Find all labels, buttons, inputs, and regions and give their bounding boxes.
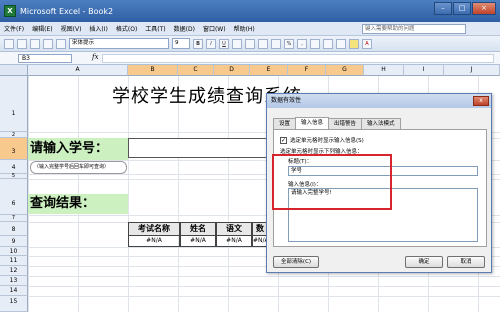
maximize-button[interactable]: □	[453, 2, 471, 15]
value-exam-name: #N/A	[128, 236, 180, 247]
fill-color-icon[interactable]	[349, 38, 359, 49]
result-label: 查询结果：	[28, 194, 128, 214]
title-bar: X Microsoft Excel - Book2 – □ ×	[0, 0, 500, 22]
menu-insert[interactable]: 插入(I)	[89, 24, 107, 33]
column-header-a[interactable]: A	[28, 65, 128, 76]
student-id-label: 请输入学号：	[28, 138, 128, 160]
show-input-message-label: 选定单元格时显示输入信息(S)	[290, 138, 364, 144]
italic-icon[interactable]: I	[206, 38, 216, 49]
column-header-j[interactable]: J	[444, 65, 500, 76]
align-center-icon[interactable]	[245, 38, 255, 49]
input-hint: （输入完整学号后回车即可查询）	[30, 161, 127, 174]
formula-bar: B3 fx	[0, 52, 500, 65]
row-header-3[interactable]: 3	[0, 138, 28, 160]
bold-icon[interactable]: B	[193, 38, 203, 49]
new-icon[interactable]	[4, 38, 14, 49]
fx-icon[interactable]: fx	[92, 53, 99, 61]
column-header-b[interactable]: B	[128, 65, 178, 76]
row-header-6[interactable]: 6	[0, 179, 28, 215]
row-header-11[interactable]: 11	[0, 256, 28, 266]
indent-icon[interactable]	[323, 38, 333, 49]
value-name: #N/A	[180, 236, 216, 247]
value-chinese: #N/A	[216, 236, 252, 247]
row-header-13[interactable]: 13	[0, 276, 28, 286]
column-header-c[interactable]: C	[178, 65, 214, 76]
row-header-4[interactable]: 4	[0, 160, 28, 174]
select-all-corner[interactable]	[0, 65, 28, 76]
dialog-title: 数据有效性	[271, 97, 302, 104]
dialog-close-icon[interactable]: x	[473, 96, 489, 106]
minimize-button[interactable]: –	[434, 2, 452, 15]
show-input-message-option[interactable]: ✓ 选定单元格时显示输入信息(S)	[280, 136, 364, 144]
row-header-7[interactable]: 7	[0, 215, 28, 222]
checkbox-checked-icon[interactable]: ✓	[280, 136, 287, 144]
column-header-e[interactable]: E	[250, 65, 288, 76]
font-color-icon[interactable]: A	[362, 38, 372, 49]
menu-bar: 文件(F) 编辑(E) 视图(V) 插入(I) 格式(O) 工具(T) 数据(D…	[0, 22, 500, 36]
window-title: Microsoft Excel - Book2	[20, 6, 114, 16]
print-icon[interactable]	[43, 38, 53, 49]
row-gridline	[28, 276, 500, 277]
tab-error-alert[interactable]: 出错警告	[328, 118, 363, 129]
tab-settings[interactable]: 设置	[273, 118, 297, 129]
row-header-9[interactable]: 9	[0, 236, 28, 247]
save-icon[interactable]	[30, 38, 40, 49]
row-header-12[interactable]: 12	[0, 266, 28, 276]
font-size-select[interactable]: 9	[172, 38, 190, 49]
font-name-select[interactable]: 宋体提示	[69, 38, 169, 49]
student-id-input-cell[interactable]	[128, 138, 278, 158]
header-name: 姓名	[180, 222, 216, 236]
tab-ime-mode[interactable]: 输入法模式	[361, 118, 401, 129]
clear-all-button[interactable]: 全部清除(C)	[273, 256, 319, 268]
header-exam-name: 考试名称	[128, 222, 180, 236]
row-gridline	[28, 296, 500, 297]
cancel-button[interactable]: 取消	[447, 256, 485, 268]
row-header-1[interactable]: 1	[0, 76, 28, 132]
row-header-10[interactable]: 10	[0, 247, 28, 256]
comma-icon[interactable]: ,	[297, 38, 307, 49]
standard-toolbar: 宋体提示 9 B I U % , A	[0, 36, 500, 52]
dialog-title-bar[interactable]: 数据有效性 x	[267, 94, 491, 108]
column-header-i[interactable]: I	[404, 65, 444, 76]
column-header-f[interactable]: F	[288, 65, 326, 76]
row-header-15[interactable]: 15	[0, 296, 28, 312]
ok-button[interactable]: 确定	[405, 256, 443, 268]
align-left-icon[interactable]	[232, 38, 242, 49]
merge-center-icon[interactable]	[271, 38, 281, 49]
open-icon[interactable]	[17, 38, 27, 49]
menu-data[interactable]: 数据(D)	[174, 24, 195, 33]
menu-format[interactable]: 格式(O)	[116, 24, 137, 33]
dialog-tabs: 设置 输入信息 出错警告 输入法模式	[273, 117, 401, 129]
menu-window[interactable]: 窗口(W)	[203, 24, 226, 33]
underline-icon[interactable]: U	[219, 38, 229, 49]
menu-tools[interactable]: 工具(T)	[145, 24, 165, 33]
column-header-h[interactable]: H	[364, 65, 404, 76]
highlight-annotation	[272, 154, 392, 210]
name-box[interactable]: B3	[18, 54, 72, 63]
excel-app-icon[interactable]: X	[4, 5, 16, 17]
column-header-g[interactable]: G	[326, 65, 364, 76]
row-header-14[interactable]: 14	[0, 286, 28, 296]
row-header-8[interactable]: 8	[0, 222, 28, 236]
decimal-icon[interactable]	[310, 38, 320, 49]
menu-edit[interactable]: 编辑(E)	[32, 24, 52, 33]
undo-icon[interactable]	[56, 38, 66, 49]
column-header-d[interactable]: D	[214, 65, 250, 76]
formula-input[interactable]	[102, 54, 494, 63]
align-right-icon[interactable]	[258, 38, 268, 49]
borders-icon[interactable]	[336, 38, 346, 49]
menu-help[interactable]: 帮助(H)	[234, 24, 255, 33]
menu-file[interactable]: 文件(F)	[4, 24, 24, 33]
window-controls: – □ ×	[434, 2, 496, 15]
tab-input-message[interactable]: 输入信息	[295, 117, 330, 129]
header-chinese: 语文	[216, 222, 252, 236]
close-window-button[interactable]: ×	[472, 2, 496, 15]
menu-view[interactable]: 视图(V)	[61, 24, 82, 33]
help-search-input[interactable]: 键入需要帮助的问题	[362, 24, 466, 34]
percent-icon[interactable]: %	[284, 38, 294, 49]
row-gridline	[28, 286, 500, 287]
